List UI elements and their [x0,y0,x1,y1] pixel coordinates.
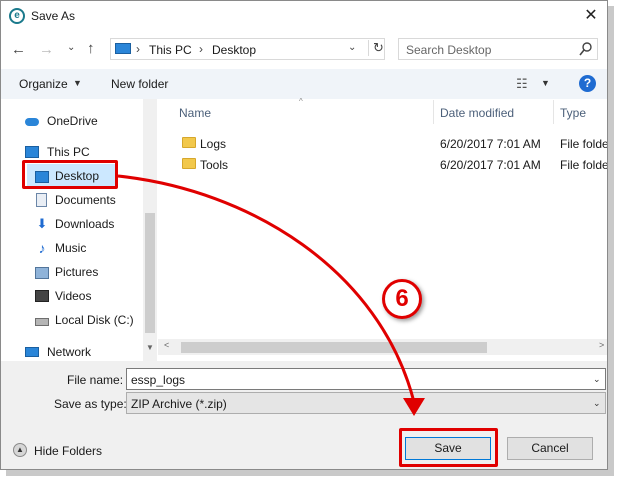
computer-icon [25,146,39,158]
sidebar-item-local-disk[interactable]: Local Disk (C:) [35,310,143,332]
address-bar[interactable]: › This PC › Desktop ⌄ ↻ [110,38,385,60]
refresh-icon[interactable]: ↻ [368,40,384,56]
sidebar-item-onedrive[interactable]: OneDrive [25,111,143,133]
organize-button[interactable]: Organize [19,77,68,91]
sort-indicator-icon: ^ [299,97,303,106]
view-options-icon[interactable]: ☷ [516,76,528,92]
sidebar-scroll-thumb[interactable] [145,213,155,333]
computer-icon [115,43,131,54]
sidebar-item-videos[interactable]: Videos [35,286,143,308]
sidebar-item-label: Downloads [55,217,115,231]
network-icon [25,347,39,357]
file-name: Logs [200,137,227,151]
column-header-date-modified[interactable]: Date modified [440,106,514,120]
sidebar-item-label: Documents [55,193,116,207]
scroll-left-icon[interactable]: < [164,340,169,350]
sidebar-item-downloads[interactable]: ⬇ Downloads [35,214,143,236]
table-row[interactable]: Logs 6/20/2017 7:01 AM File folder [179,134,607,155]
sidebar-item-label: Music [55,241,87,255]
address-dropdown-icon[interactable]: ⌄ [348,42,356,53]
forward-icon[interactable]: → [39,41,54,58]
folder-icon [182,158,196,169]
step-number-badge: 6 [382,279,422,319]
new-folder-button[interactable]: New folder [111,77,168,91]
save-as-type-select[interactable]: ZIP Archive (*.zip) ⌄ [126,392,606,414]
file-date: 6/20/2017 7:01 AM [440,158,541,172]
save-as-dialog: e Save As ✕ ← → ⌄ ↑ › This PC › Desktop … [0,0,608,470]
documents-icon [36,193,47,207]
sidebar-item-label: OneDrive [47,114,98,128]
music-icon: ♪ [38,240,46,256]
downloads-icon: ⬇ [36,216,48,231]
hide-folders-icon[interactable]: ▲ [13,443,27,457]
file-name-label: File name: [67,373,124,387]
annotation-highlight-desktop [22,160,118,189]
up-icon[interactable]: ↑ [87,40,95,57]
search-input[interactable]: Search Desktop [398,38,598,60]
save-as-type-value: ZIP Archive (*.zip) [131,397,227,411]
breadcrumb-separator[interactable]: › [136,42,140,56]
sidebar-item-label: Videos [55,289,92,303]
sidebar-item-music[interactable]: ♪ Music [35,238,143,260]
scroll-right-icon[interactable]: > [599,340,604,350]
sidebar-item-label: Network [47,345,92,359]
sidebar-item-label: This PC [47,145,90,159]
annotation-highlight-save [399,428,498,467]
videos-icon [35,290,49,302]
search-icon [579,42,592,56]
file-name-field[interactable]: essp_logs ⌄ [126,368,606,390]
save-as-type-label: Save as type: [54,397,127,411]
organize-caret-icon[interactable]: ▼ [73,78,82,88]
table-row[interactable]: Tools 6/20/2017 7:01 AM File folder [179,155,607,176]
local-disk-icon [35,318,49,326]
sidebar-item-pictures[interactable]: Pictures [35,262,143,284]
cloud-icon [25,118,39,126]
hide-folders-button[interactable]: Hide Folders [34,444,102,458]
close-icon[interactable]: ✕ [581,5,601,25]
file-date: 6/20/2017 7:01 AM [440,137,541,151]
column-divider[interactable] [553,100,554,124]
window-title: Save As [31,9,76,23]
scroll-down-icon[interactable]: ▼ [146,343,154,352]
column-header-type[interactable]: Type [560,106,586,120]
chevron-down-icon[interactable]: ⌄ [593,374,601,385]
breadcrumb-this-pc[interactable]: This PC [149,43,192,57]
title-bar: e Save As ✕ [1,1,607,31]
search-placeholder: Search Desktop [406,43,492,57]
column-header-name[interactable]: Name [179,106,211,120]
pictures-icon [35,267,49,279]
breadcrumb-desktop[interactable]: Desktop [212,43,256,57]
recent-locations-icon[interactable]: ⌄ [67,42,75,53]
sidebar-item-label: Local Disk (C:) [55,313,134,327]
folder-icon [182,137,196,148]
back-icon[interactable]: ← [11,41,26,58]
command-bar: Organize ▼ New folder ☷ ▼ ? [1,69,607,99]
view-caret-icon[interactable]: ▼ [541,78,550,88]
help-icon[interactable]: ? [579,75,596,92]
chevron-down-icon[interactable]: ⌄ [593,398,601,409]
app-icon: e [9,8,25,24]
column-divider[interactable] [433,100,434,124]
breadcrumb-separator[interactable]: › [199,42,203,56]
horizontal-scroll-thumb[interactable] [181,342,487,353]
sidebar-item-documents[interactable]: Documents [35,190,143,212]
file-type: File folder [560,158,608,172]
sidebar-item-label: Pictures [55,265,99,279]
file-type: File folder [560,137,608,151]
cancel-button[interactable]: Cancel [507,437,593,460]
file-name-value: essp_logs [131,373,186,387]
file-name: Tools [200,158,229,172]
